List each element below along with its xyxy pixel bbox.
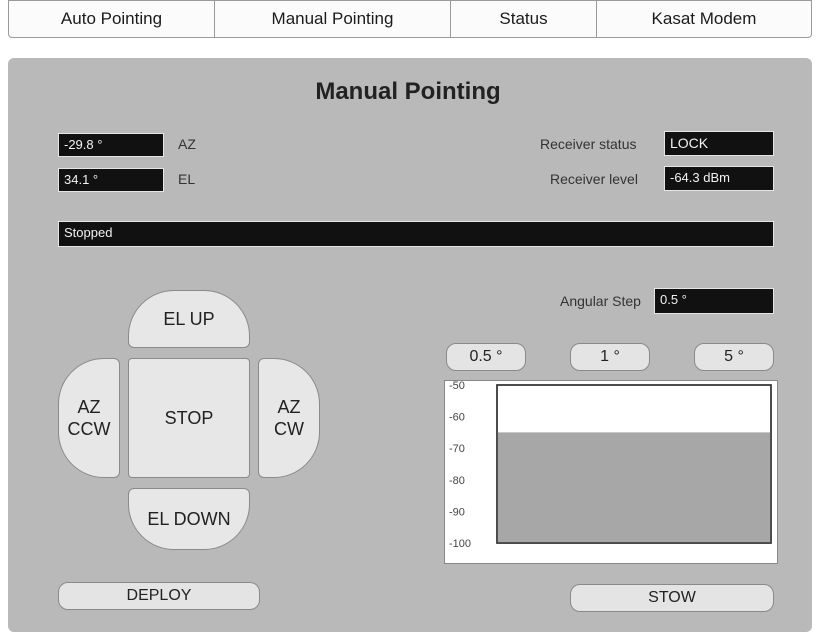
stow-button[interactable]: STOW xyxy=(570,584,774,612)
tab-manual-pointing[interactable]: Manual Pointing xyxy=(215,1,451,37)
el-down-button[interactable]: EL DOWN xyxy=(128,488,250,550)
deploy-button[interactable]: DEPLOY xyxy=(58,582,260,610)
az-ccw-label-line2: CCW xyxy=(67,419,111,439)
az-cw-label-line1: AZ xyxy=(277,397,301,417)
receiver-level-chart: -50 -60 -70 -80 -90 -100 xyxy=(444,380,778,564)
az-label: AZ xyxy=(178,136,196,152)
y-tick-label: -50 xyxy=(449,381,465,392)
stop-button[interactable]: STOP xyxy=(128,358,250,478)
chart-svg: -50 -60 -70 -80 -90 -100 xyxy=(449,380,772,550)
tab-auto-pointing[interactable]: Auto Pointing xyxy=(9,1,215,37)
tab-status[interactable]: Status xyxy=(451,1,597,37)
y-tick-label: -90 xyxy=(449,506,465,518)
az-value: -29.8 ° xyxy=(58,133,164,157)
motion-status-bar: Stopped xyxy=(58,221,774,247)
y-tick-label: -100 xyxy=(449,538,471,550)
tab-kasat-modem[interactable]: Kasat Modem xyxy=(597,1,811,37)
step-5-button[interactable]: 5 ° xyxy=(694,343,774,371)
el-label: EL xyxy=(178,171,196,187)
y-tick-label: -70 xyxy=(449,443,465,455)
angular-step-value: 0.5 ° xyxy=(654,288,774,314)
receiver-level-area xyxy=(497,432,771,543)
angular-step-label: Angular Step xyxy=(560,293,641,309)
step-0-5-button[interactable]: 0.5 ° xyxy=(446,343,526,371)
az-ccw-label-line1: AZ xyxy=(77,397,101,417)
receiver-level-value: -64.3 dBm xyxy=(664,166,774,191)
step-1-button[interactable]: 1 ° xyxy=(570,343,650,371)
el-up-button[interactable]: EL UP xyxy=(128,290,250,348)
receiver-status-value: LOCK xyxy=(664,131,774,156)
y-tick-label: -60 xyxy=(449,412,465,424)
y-tick-label: -80 xyxy=(449,475,465,487)
receiver-level-label: Receiver level xyxy=(550,171,638,187)
page-title: Manual Pointing xyxy=(315,78,501,105)
receiver-status-label: Receiver status xyxy=(540,136,637,152)
tab-bar: Auto Pointing Manual Pointing Status Kas… xyxy=(8,0,812,38)
el-value: 34.1 ° xyxy=(58,168,164,192)
az-ccw-button[interactable]: AZ CCW xyxy=(58,358,120,478)
az-cw-label-line2: CW xyxy=(274,419,304,439)
